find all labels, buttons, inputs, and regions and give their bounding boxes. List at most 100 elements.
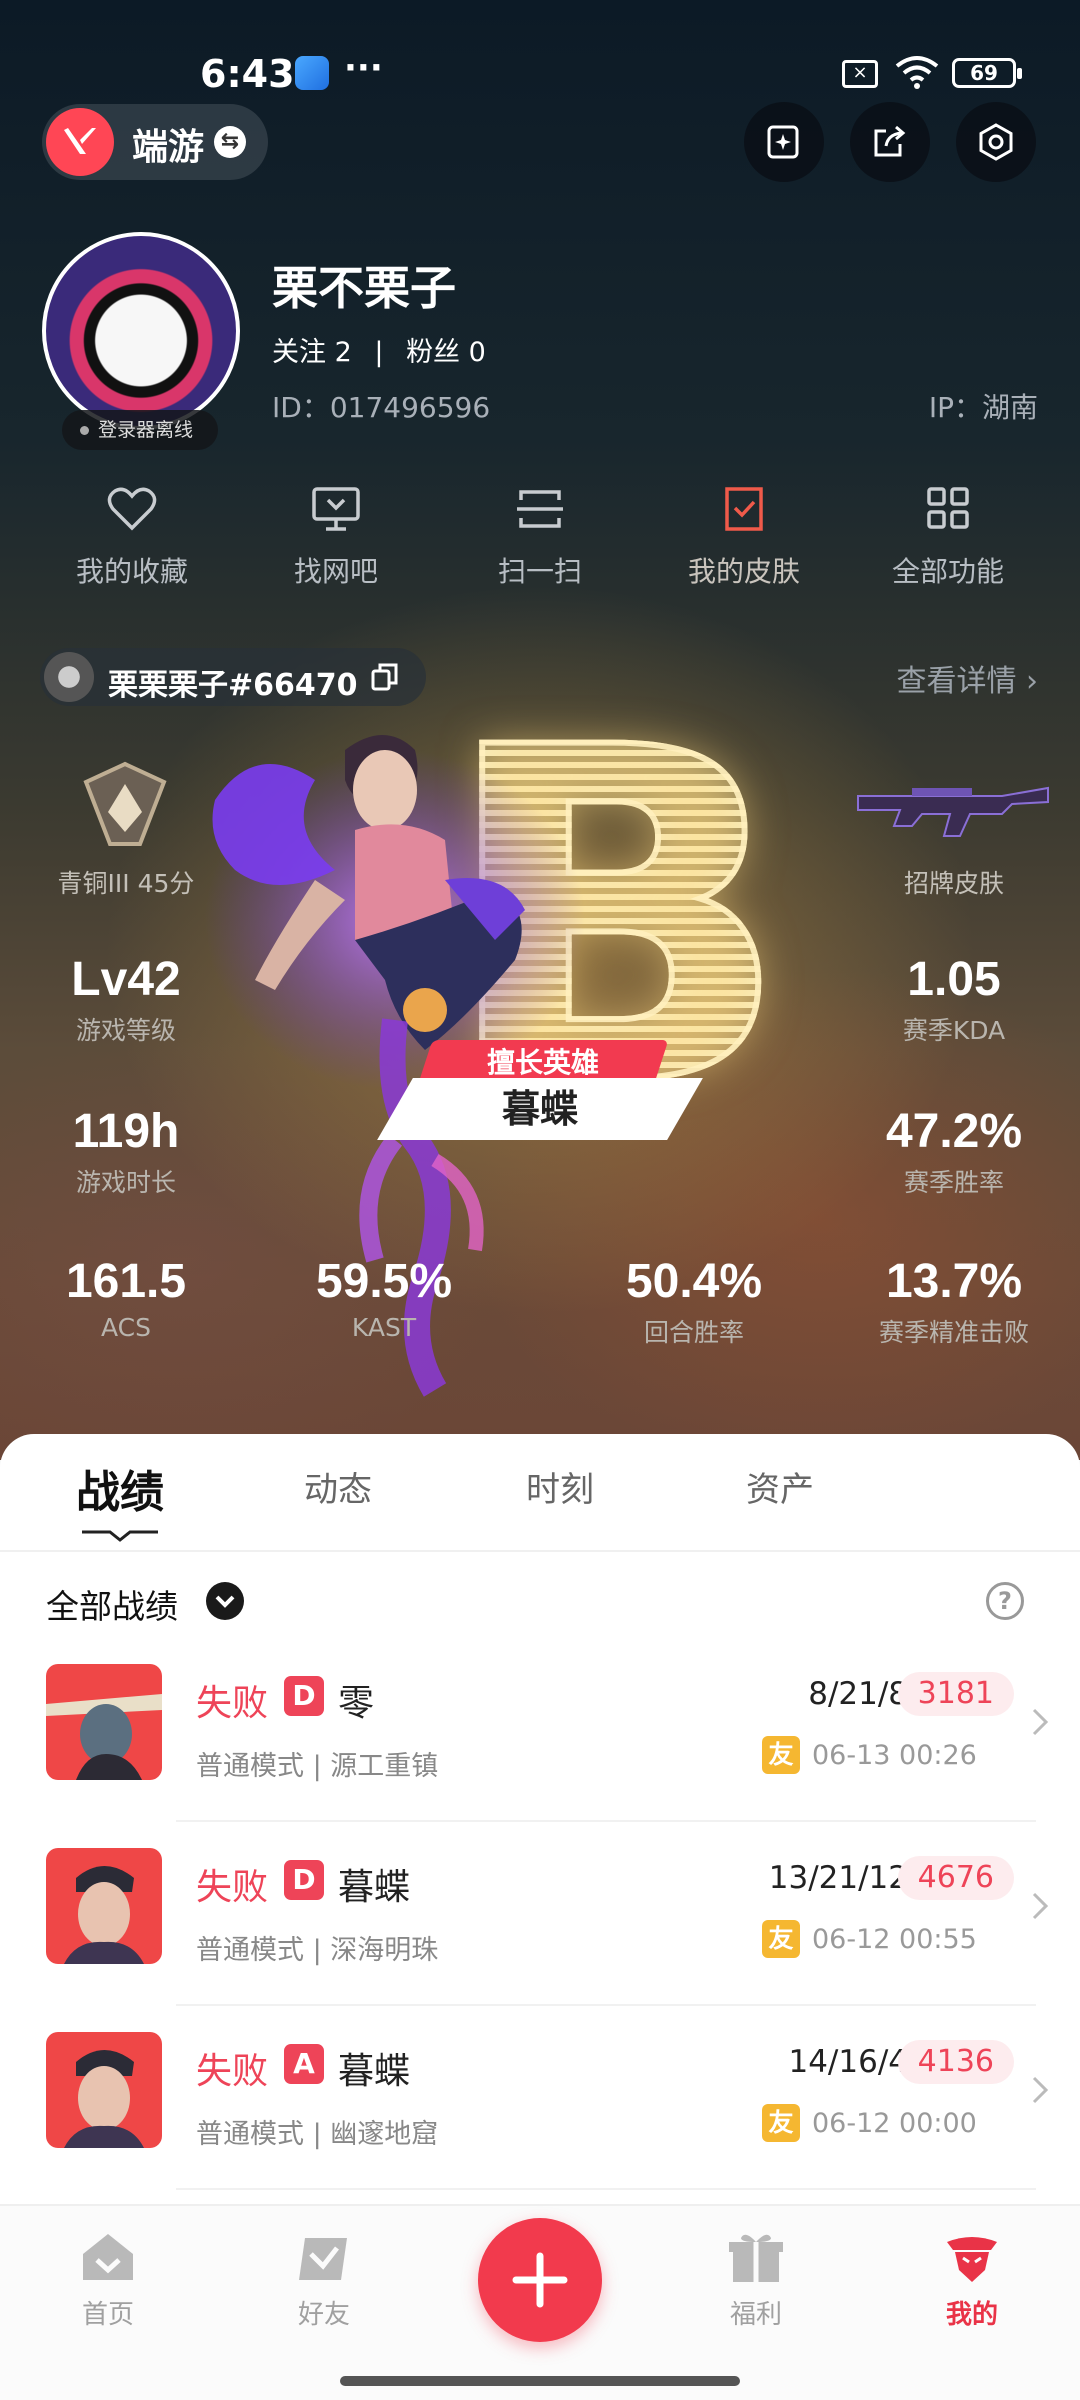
stat-value: 50.4% — [625, 1255, 763, 1308]
nav-label: 好友 — [297, 2300, 350, 2330]
match-result: 失败 — [196, 2051, 269, 2092]
me-agent-icon — [947, 2237, 997, 2282]
match-time: 06-12 00:55 — [812, 1924, 977, 1955]
stat-label: 赛季胜率 — [903, 1168, 1004, 1197]
row-divider — [176, 1820, 1036, 1822]
share-button[interactable] — [850, 102, 930, 182]
match-row[interactable]: 失败 D 零 普通模式 | 源工重镇 8/21/8 3181 友 06-13 0… — [0, 1664, 1080, 1848]
tab-assets[interactable]: 资产 — [746, 1462, 814, 1511]
nav-friends[interactable]: 好友 — [244, 2230, 404, 2331]
best-hero-plate[interactable]: 暮蝶 — [377, 1078, 703, 1140]
settings-button[interactable] — [956, 102, 1036, 182]
match-kda: 13/21/12 — [768, 1860, 908, 1896]
stat-kast: 59.5% KAST — [254, 1254, 514, 1342]
match-kda: 14/16/4 — [788, 2044, 908, 2080]
quick-action-favorites[interactable]: 我的收藏 — [32, 486, 232, 590]
quick-action-label: 扫一扫 — [497, 555, 582, 588]
stat-season-kda: 1.05 赛季KDA — [824, 952, 1080, 1047]
valorant-logo-icon — [46, 108, 114, 176]
nav-benefits[interactable]: 福利 — [676, 2230, 836, 2331]
riot-id: 栗栗栗子#66470 — [108, 668, 358, 703]
gear-icon — [979, 123, 1013, 161]
chevron-right-icon — [1032, 1892, 1049, 1920]
create-post-button[interactable] — [478, 2218, 602, 2342]
records-filter[interactable]: 全部战绩 — [46, 1580, 178, 1628]
scan-icon — [517, 490, 563, 528]
quick-action-my-skins[interactable]: 我的皮肤 — [644, 486, 844, 590]
stat-value: 47.2% — [885, 1105, 1023, 1158]
nav-home[interactable]: 首页 — [28, 2230, 188, 2331]
status-bar: 6:43 ··· × 69 — [0, 48, 1080, 100]
stat-value: Lv42 — [71, 953, 181, 1006]
friend-badge: 友 — [762, 2104, 800, 2142]
quick-action-all-features[interactable]: 全部功能 — [848, 486, 1048, 590]
follow-stats: 关注 2 | 粉丝 0 — [272, 330, 500, 369]
nav-me[interactable]: 我的 — [892, 2230, 1052, 2331]
match-grade-badge: A — [284, 2044, 324, 2084]
game-switch-button[interactable]: 端游 ⇆ — [42, 104, 268, 180]
no-sim-icon: × — [842, 60, 878, 88]
ai-card-button[interactable] — [744, 102, 824, 182]
stat-label: KAST — [351, 1313, 417, 1342]
match-mode-map: 普通模式 | 幽邃地窟 — [196, 2119, 439, 2150]
active-tab-indicator — [82, 1530, 158, 1542]
fans-count[interactable]: 粉丝 0 — [406, 337, 486, 368]
stat-label: 游戏时长 — [75, 1168, 176, 1197]
match-grade-badge: D — [284, 1860, 324, 1900]
match-agent-name: 暮蝶 — [338, 1867, 411, 1908]
stat-value: 161.5 — [65, 1255, 187, 1308]
more-notifications-icon: ··· — [344, 48, 383, 88]
agent-portrait — [46, 1664, 162, 1780]
share-icon — [874, 125, 906, 157]
agent-portrait — [46, 2032, 162, 2148]
help-icon[interactable]: ? — [986, 1582, 1024, 1620]
copy-icon[interactable] — [370, 662, 400, 692]
stat-playtime: 119h 游戏时长 — [0, 1104, 256, 1199]
stat-label: 回合胜率 — [643, 1318, 744, 1347]
status-time: 6:43 — [200, 52, 295, 96]
chevron-right-icon — [1032, 2076, 1049, 2104]
match-row[interactable]: 失败 D 暮蝶 普通模式 | 深海明珠 13/21/12 4676 友 06-1… — [0, 1848, 1080, 2032]
tab-moments[interactable]: 时刻 — [526, 1462, 594, 1511]
friends-icon — [299, 2238, 347, 2280]
skin-check-icon — [725, 487, 763, 531]
game-name: 端游 — [132, 127, 205, 168]
bottom-nav: 首页 好友 福利 我的 — [0, 2204, 1080, 2400]
match-row[interactable]: 失败 A 暮蝶 普通模式 | 幽邃地窟 14/16/4 4136 友 06-12… — [0, 2032, 1080, 2216]
chevron-down-icon[interactable] — [206, 1582, 244, 1620]
stat-label: 赛季精准击败 — [878, 1318, 1029, 1347]
home-icon — [83, 2234, 133, 2280]
view-details-link[interactable]: 查看详情 › — [896, 656, 1038, 700]
avatar[interactable] — [42, 232, 240, 430]
row-divider — [176, 2004, 1036, 2006]
battery-icon: 69 — [952, 58, 1022, 88]
stat-label: 游戏等级 — [75, 1016, 176, 1045]
launcher-offline-badge: 登录器离线 — [62, 410, 218, 450]
riot-avatar — [44, 652, 94, 702]
user-id: ID：017496596 — [272, 391, 491, 424]
match-agent-name: 零 — [338, 1683, 375, 1724]
plus-icon — [512, 2252, 568, 2308]
nickname: 栗不栗子 — [272, 261, 456, 315]
tab-feed[interactable]: 动态 — [304, 1462, 372, 1511]
quick-action-internet-cafe[interactable]: 找网吧 — [236, 486, 436, 590]
quick-action-label: 找网吧 — [293, 555, 378, 588]
stat-round-winrate: 50.4% 回合胜率 — [564, 1254, 824, 1349]
quick-action-scan[interactable]: 扫一扫 — [440, 486, 640, 590]
records-panel: 战绩 动态 时刻 资产 全部战绩 ? 失败 D 零 普通模式 | 源工重镇 8/… — [0, 1434, 1080, 2204]
stat-value: 119h — [72, 1105, 180, 1158]
following-count[interactable]: 关注 2 — [272, 337, 352, 368]
stat-value: 13.7% — [885, 1255, 1023, 1308]
quick-action-label: 我的收藏 — [75, 555, 188, 588]
profile-tabs: 战绩 动态 时刻 资产 — [0, 1462, 1080, 1542]
match-time: 06-13 00:26 — [812, 1740, 977, 1771]
riot-id-pill[interactable]: 栗栗栗子#66470 — [40, 648, 426, 706]
tabs-divider — [0, 1550, 1080, 1552]
skin-label: 招牌皮肤 — [903, 869, 1004, 898]
match-grade-badge: D — [284, 1676, 324, 1716]
stat-season-winrate: 47.2% 赛季胜率 — [824, 1104, 1080, 1199]
tab-records[interactable]: 战绩 — [76, 1456, 164, 1520]
quick-action-label: 全部功能 — [891, 555, 1004, 588]
grid-icon — [927, 487, 969, 529]
home-indicator[interactable] — [340, 2376, 740, 2386]
